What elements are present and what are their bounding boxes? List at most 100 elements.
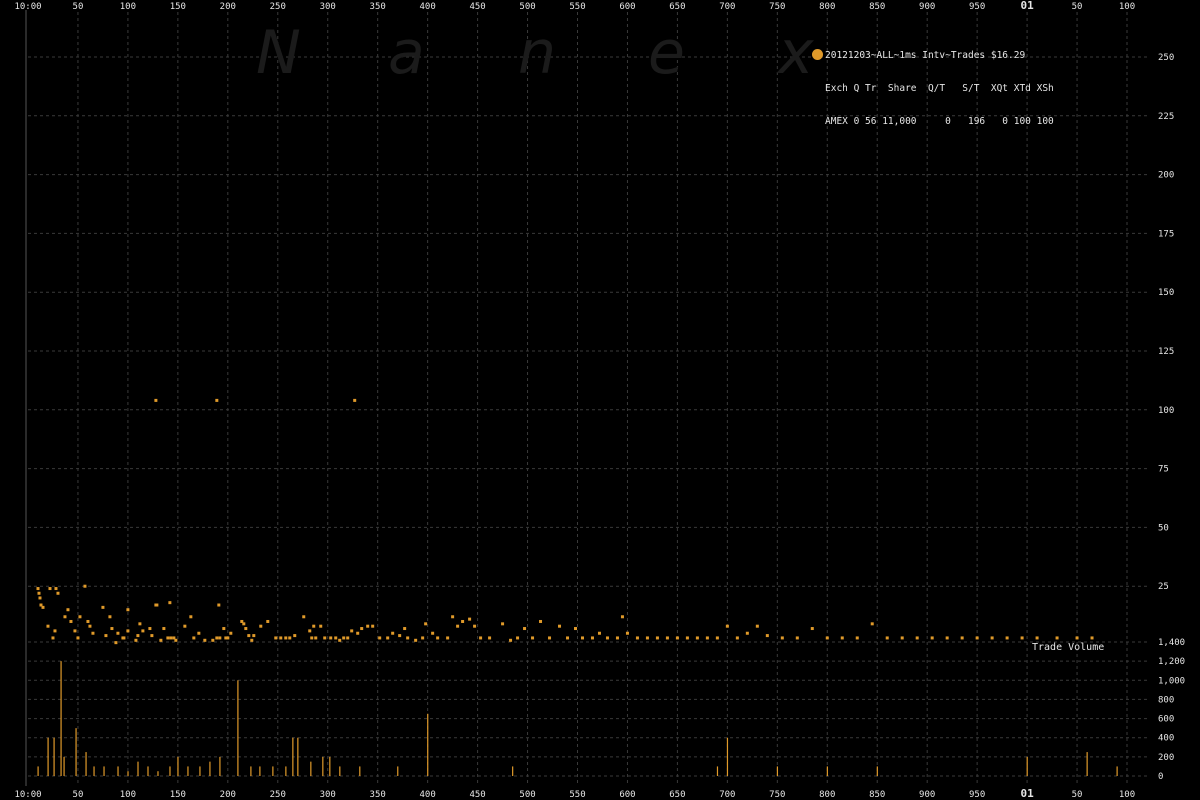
trade-point bbox=[308, 629, 312, 633]
trade-point bbox=[715, 636, 719, 640]
trade-point bbox=[122, 636, 126, 640]
trade-point bbox=[975, 636, 979, 640]
x-tick-label-top: 100 bbox=[120, 2, 136, 12]
x-tick-label-top: 550 bbox=[569, 2, 585, 12]
trade-point bbox=[356, 631, 360, 635]
x-tick-label-top: 750 bbox=[769, 2, 785, 12]
y-tick-label-top: 250 bbox=[1158, 53, 1174, 63]
trade-point bbox=[329, 636, 333, 640]
trade-point bbox=[765, 634, 769, 638]
trade-point bbox=[1090, 636, 1094, 640]
trade-point bbox=[168, 601, 172, 605]
trade-point bbox=[403, 627, 407, 631]
trade-point bbox=[104, 634, 108, 638]
trade-point bbox=[259, 624, 263, 628]
volume-bar bbox=[876, 766, 878, 776]
trade-point bbox=[548, 636, 552, 640]
volume-bar bbox=[512, 766, 514, 776]
trade-point bbox=[78, 615, 82, 619]
trade-point bbox=[685, 636, 689, 640]
x-tick-label-top: 850 bbox=[869, 2, 885, 12]
trade-point bbox=[302, 615, 306, 619]
trade-point bbox=[468, 617, 472, 621]
trade-point bbox=[795, 636, 799, 640]
volume-bar bbox=[219, 756, 221, 776]
trade-point bbox=[900, 636, 904, 640]
trade-point bbox=[126, 608, 130, 612]
trade-point bbox=[509, 638, 513, 642]
x-tick-label-bottom: 50 bbox=[73, 790, 84, 800]
volume-bar bbox=[716, 766, 719, 776]
trade-point bbox=[451, 615, 455, 619]
trade-point bbox=[56, 591, 60, 595]
y-tick-label-top: 100 bbox=[1158, 406, 1174, 416]
volume-bar bbox=[47, 737, 49, 776]
trade-point bbox=[424, 622, 428, 626]
x-tick-label-top: 450 bbox=[469, 2, 485, 12]
x-tick-label-bottom: 01 bbox=[1020, 787, 1034, 800]
y-tick-label-top: 175 bbox=[1158, 229, 1174, 239]
x-tick-label-bottom: 600 bbox=[619, 790, 635, 800]
volume-bar bbox=[310, 761, 312, 776]
trade-point bbox=[83, 584, 87, 588]
trade-point bbox=[366, 624, 370, 628]
volume-bar bbox=[209, 761, 211, 776]
volume-bar bbox=[339, 766, 341, 776]
trade-point bbox=[91, 631, 95, 635]
trade-point bbox=[353, 398, 357, 402]
trade-point bbox=[386, 636, 390, 640]
x-tick-label-bottom: 100 bbox=[120, 790, 136, 800]
trade-point bbox=[840, 636, 844, 640]
trade-point bbox=[252, 634, 256, 638]
trade-point bbox=[605, 636, 609, 640]
trade-point bbox=[108, 615, 112, 619]
trade-point bbox=[334, 636, 338, 640]
trade-point bbox=[597, 631, 601, 635]
trade-point bbox=[141, 629, 145, 633]
trade-point bbox=[635, 636, 639, 640]
volume-bar bbox=[1116, 766, 1118, 776]
y-tick-label-top: 150 bbox=[1158, 288, 1174, 298]
trade-point bbox=[431, 631, 435, 635]
volume-bar bbox=[1086, 752, 1088, 776]
trade-point bbox=[215, 398, 219, 402]
volume-bar bbox=[127, 771, 129, 776]
y-tick-label-bottom: 800 bbox=[1158, 695, 1174, 705]
trade-point bbox=[41, 605, 45, 609]
volume-bar bbox=[297, 737, 299, 776]
trade-point bbox=[745, 631, 749, 635]
y-tick-label-bottom: 0 bbox=[1158, 772, 1163, 782]
trade-point bbox=[615, 636, 619, 640]
x-tick-label-bottom: 10:00 bbox=[14, 790, 41, 800]
volume-bar bbox=[397, 766, 399, 776]
trade-point bbox=[88, 624, 92, 628]
x-tick-label-top: 250 bbox=[270, 2, 286, 12]
trade-point bbox=[915, 636, 919, 640]
trade-point bbox=[169, 636, 173, 640]
x-tick-label-bottom: 200 bbox=[220, 790, 236, 800]
volume-bar bbox=[322, 756, 324, 776]
trade-point bbox=[1075, 636, 1079, 640]
trade-point bbox=[378, 636, 382, 640]
y-tick-label-bottom: 200 bbox=[1158, 753, 1174, 763]
y-tick-label-bottom: 1,000 bbox=[1158, 676, 1185, 686]
trade-point bbox=[461, 619, 465, 623]
trade-point bbox=[136, 634, 140, 638]
x-tick-label-bottom: 100 bbox=[1119, 790, 1135, 800]
trade-point bbox=[48, 587, 52, 591]
x-tick-label-bottom: 800 bbox=[819, 790, 835, 800]
legend-row: AMEX 0 56 11,000 0 196 0 100 100 bbox=[825, 116, 1054, 127]
trade-point bbox=[86, 619, 90, 623]
trade-point bbox=[154, 398, 158, 402]
trade-point bbox=[54, 587, 58, 591]
x-tick-label-top: 50 bbox=[1072, 2, 1083, 12]
trade-point bbox=[406, 636, 410, 640]
trade-point bbox=[203, 638, 207, 642]
trade-point bbox=[247, 634, 251, 638]
trade-point bbox=[1055, 636, 1059, 640]
trade-point bbox=[479, 636, 483, 640]
volume-bar bbox=[63, 756, 65, 776]
trade-point bbox=[319, 624, 323, 628]
x-tick-label-bottom: 250 bbox=[270, 790, 286, 800]
trade-point bbox=[398, 634, 402, 638]
